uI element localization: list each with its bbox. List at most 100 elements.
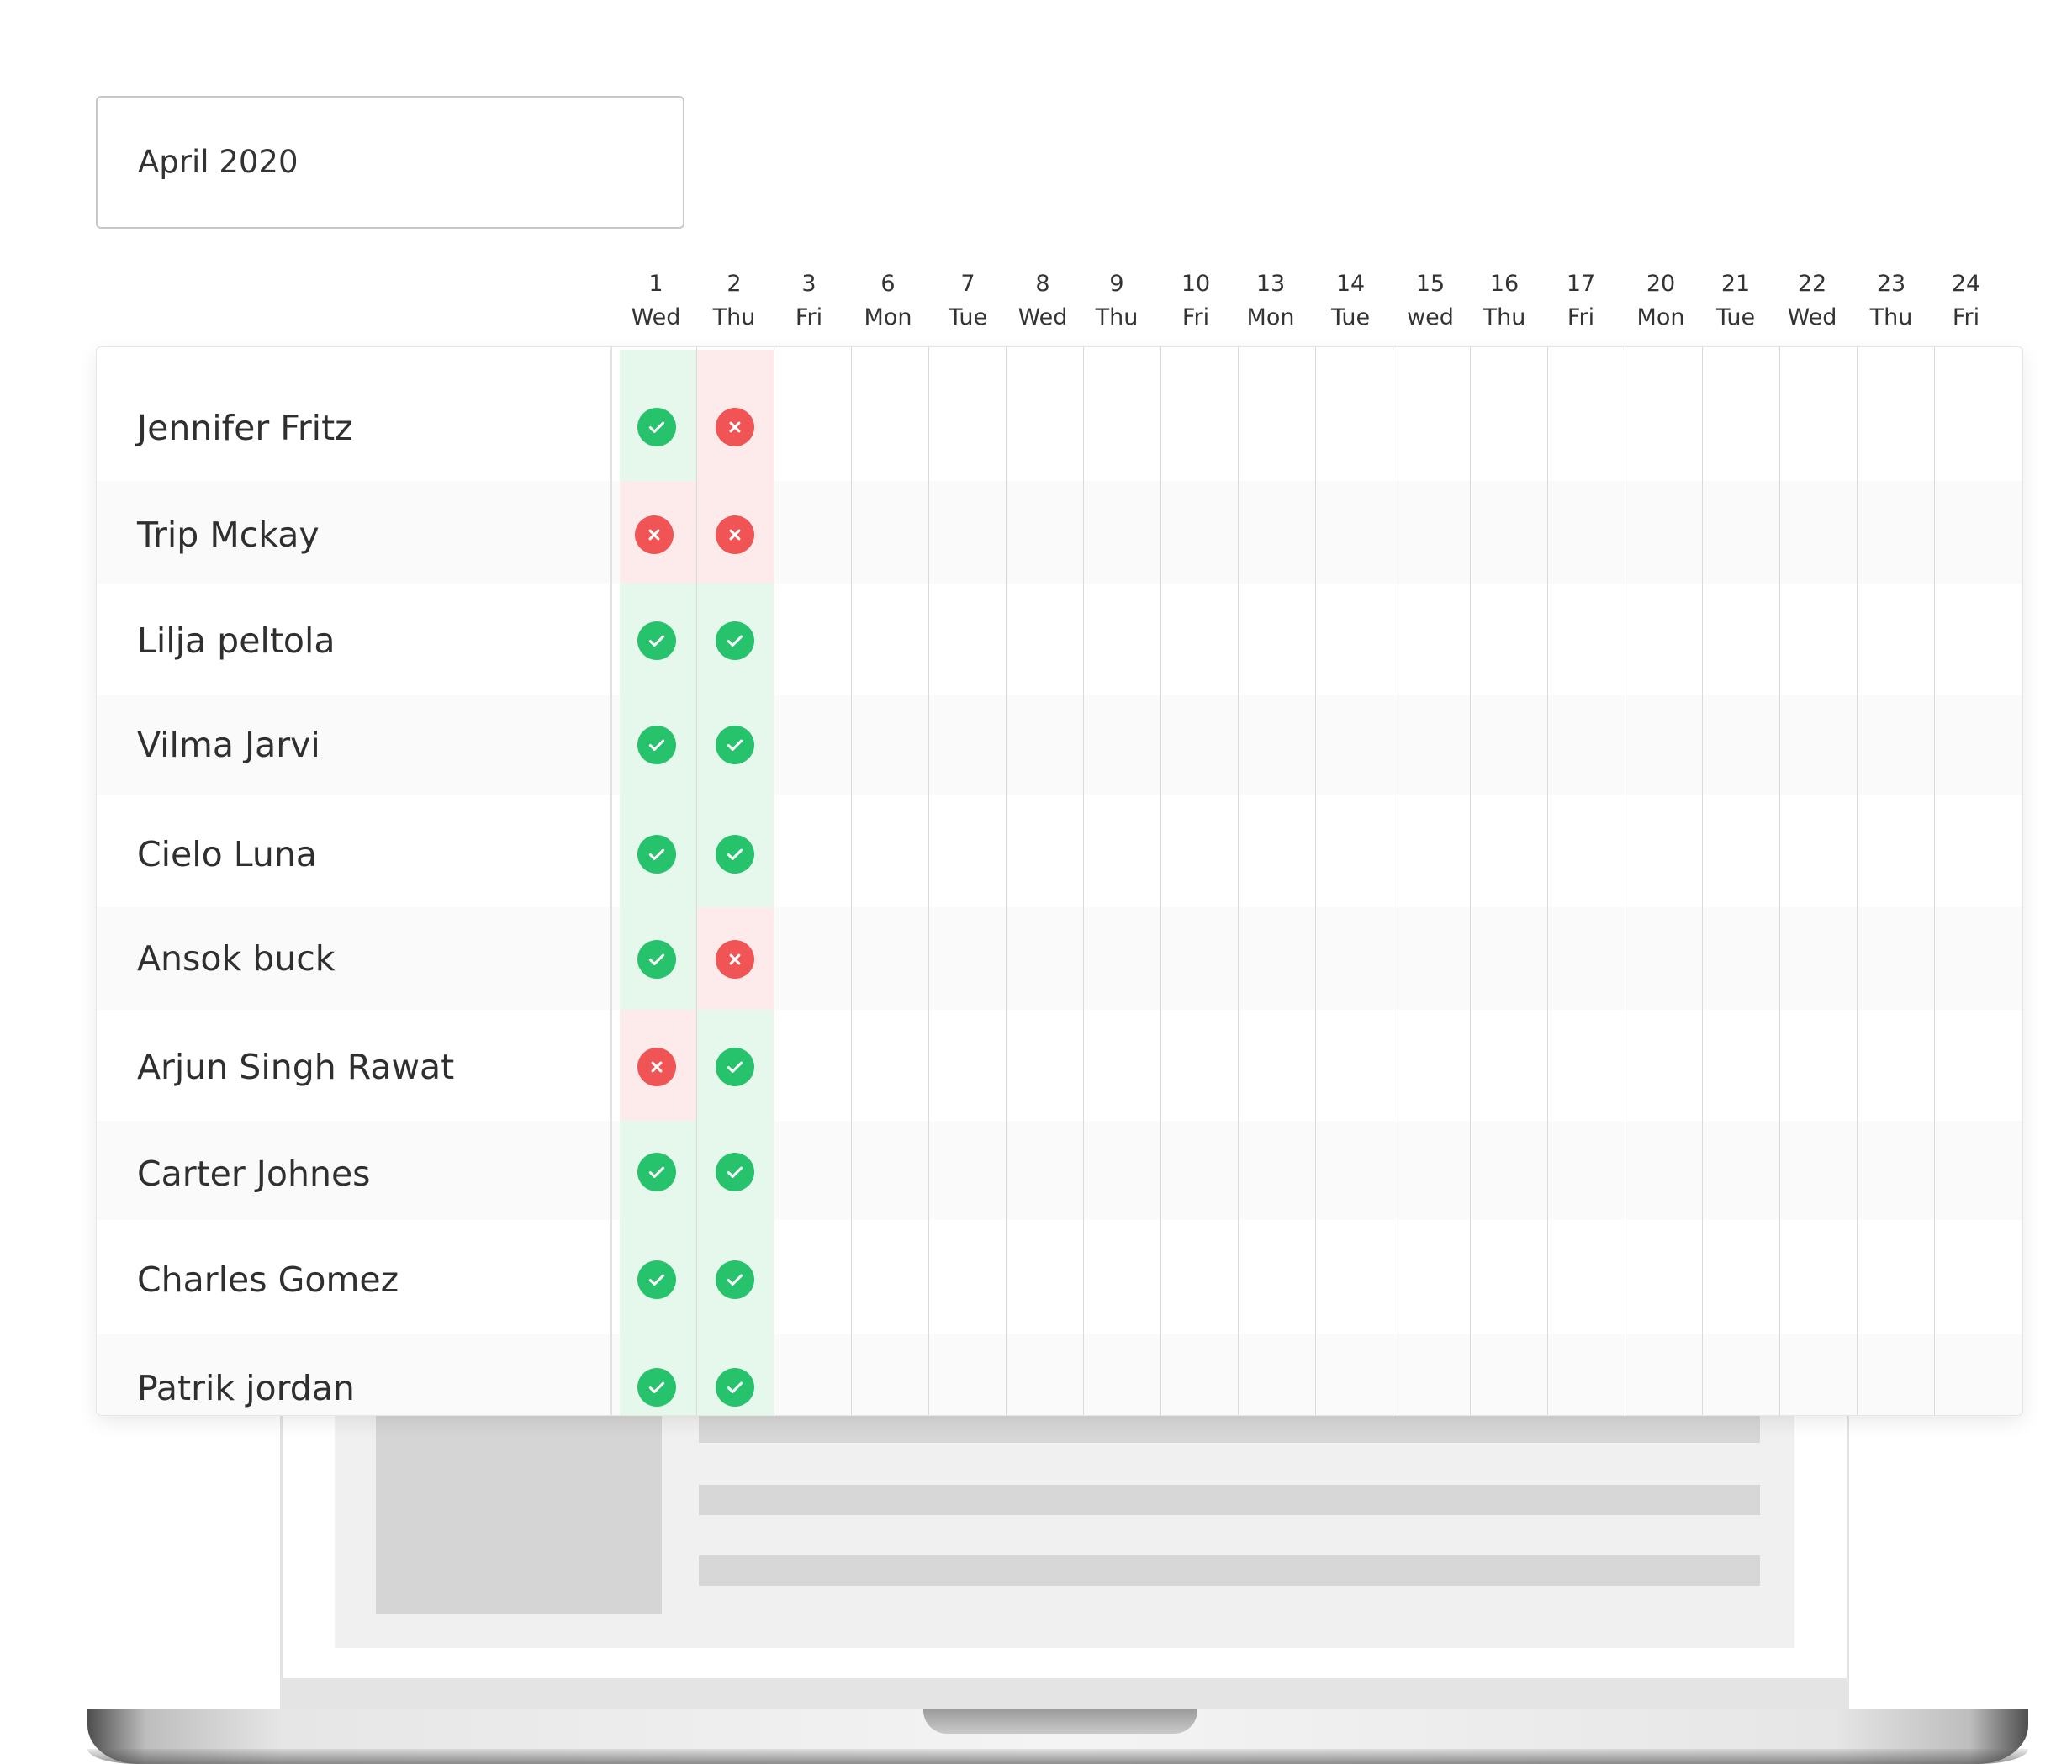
- day-number: 20: [1646, 271, 1676, 297]
- check-circle-icon[interactable]: [637, 1368, 676, 1407]
- check-circle-icon[interactable]: [637, 835, 676, 874]
- day-number: 14: [1335, 271, 1366, 297]
- employee-name[interactable]: Patrik jordan: [137, 1367, 355, 1409]
- x-circle-icon[interactable]: [716, 515, 754, 554]
- day-header: 2 Thu: [696, 267, 772, 335]
- attendance-grid: Jennifer Fritz Trip Mckay Lilja peltola Vil…: [96, 346, 2023, 1416]
- day-weekday: Wed: [1787, 304, 1837, 330]
- employee-row: [97, 350, 2022, 481]
- day-number: 7: [960, 271, 975, 297]
- check-circle-icon[interactable]: [716, 1153, 754, 1191]
- day-number: 23: [1876, 271, 1906, 297]
- x-circle-icon[interactable]: [716, 940, 754, 979]
- check-circle-icon[interactable]: [716, 1368, 754, 1407]
- month-selector[interactable]: April 2020: [96, 96, 684, 229]
- day-number: 16: [1489, 271, 1520, 297]
- day-weekday: Thu: [1869, 304, 1913, 330]
- day-weekday: Thu: [1095, 304, 1139, 330]
- employee-row: [97, 584, 2022, 695]
- placeholder-text-line: [699, 1413, 1760, 1443]
- day-column-divider: [1083, 347, 1084, 1415]
- employee-name[interactable]: Trip Mckay: [137, 514, 320, 556]
- laptop-screen-bezel: [280, 1678, 1849, 1709]
- day-weekday: Tue: [1330, 304, 1371, 330]
- day-column-divider: [696, 347, 697, 1415]
- employee-name[interactable]: Cielo Luna: [137, 833, 317, 875]
- day-header: 15 wed: [1393, 267, 1468, 335]
- day-column-divider: [1857, 347, 1858, 1415]
- check-circle-icon[interactable]: [637, 1260, 676, 1299]
- day-column-divider: [1315, 347, 1316, 1415]
- day-weekday: Fri: [1567, 304, 1595, 330]
- day-number: 6: [880, 271, 896, 297]
- day-number: 24: [1951, 271, 1981, 297]
- day-number: 8: [1035, 271, 1050, 297]
- day-weekday: Tue: [1715, 304, 1756, 330]
- day-number: 2: [727, 271, 742, 297]
- check-circle-icon[interactable]: [637, 621, 676, 660]
- check-circle-icon[interactable]: [716, 1048, 754, 1086]
- day-weekday: Thu: [1483, 304, 1526, 330]
- employee-name[interactable]: Carter Johnes: [137, 1153, 371, 1195]
- laptop-notch: [923, 1709, 1197, 1734]
- day-weekday: wed: [1407, 304, 1454, 330]
- employee-name[interactable]: Lilja peltola: [137, 620, 336, 662]
- day-header: 23 Thu: [1853, 267, 1929, 335]
- day-number: 1: [648, 271, 663, 297]
- day-weekday: Fri: [1181, 304, 1210, 330]
- day-weekday: Wed: [1018, 304, 1068, 330]
- employee-name[interactable]: Jennifer Fritz: [137, 407, 353, 449]
- employee-row: [97, 907, 2022, 1010]
- placeholder-text-line: [699, 1555, 1760, 1586]
- day-weekday: Fri: [795, 304, 823, 330]
- day-number: 17: [1566, 271, 1596, 297]
- day-number: 9: [1109, 271, 1124, 297]
- day-number: 21: [1720, 271, 1751, 297]
- check-circle-icon[interactable]: [716, 726, 754, 764]
- day-column-divider: [1006, 347, 1007, 1415]
- day-column-divider: [851, 347, 852, 1415]
- check-circle-icon[interactable]: [716, 1260, 754, 1299]
- day-header: 8 Wed: [1005, 267, 1081, 335]
- day-column-divider: [1160, 347, 1161, 1415]
- name-column-divider: [610, 347, 612, 1415]
- x-circle-icon[interactable]: [716, 408, 754, 446]
- day-weekday: Tue: [948, 304, 988, 330]
- check-circle-icon[interactable]: [637, 408, 676, 446]
- day-header: 20 Mon: [1623, 267, 1699, 335]
- day-number: 10: [1181, 271, 1211, 297]
- day-header: 3 Fri: [771, 267, 847, 335]
- check-circle-icon[interactable]: [637, 940, 676, 979]
- day-header: 22 Wed: [1774, 267, 1850, 335]
- employee-row: [97, 795, 2022, 907]
- check-circle-icon[interactable]: [716, 835, 754, 874]
- check-circle-icon[interactable]: [637, 726, 676, 764]
- day-header: 7 Tue: [930, 267, 1006, 335]
- placeholder-text-line: [699, 1485, 1760, 1515]
- employee-name[interactable]: Charles Gomez: [137, 1259, 399, 1301]
- employee-row: [97, 1121, 2022, 1220]
- employee-row: [97, 1334, 2022, 1415]
- x-circle-icon[interactable]: [635, 515, 674, 554]
- check-circle-icon[interactable]: [716, 621, 754, 660]
- day-header: 16 Thu: [1467, 267, 1542, 335]
- employee-row: [97, 695, 2022, 795]
- employee-row: [97, 481, 2022, 584]
- day-weekday: Wed: [631, 304, 681, 330]
- day-weekday: Thu: [712, 304, 756, 330]
- day-number: 3: [801, 271, 817, 297]
- day-header: 21 Tue: [1698, 267, 1773, 335]
- check-circle-icon[interactable]: [637, 1153, 676, 1191]
- x-circle-icon[interactable]: [637, 1048, 676, 1086]
- day-header: 1 Wed: [618, 267, 694, 335]
- day-header: 9 Thu: [1079, 267, 1155, 335]
- day-column-divider: [1238, 347, 1239, 1415]
- employee-name[interactable]: Arjun Singh Rawat: [137, 1046, 454, 1088]
- day-header: 24 Fri: [1928, 267, 2004, 335]
- employee-name[interactable]: Ansok buck: [137, 937, 336, 980]
- day-header: 13 Mon: [1233, 267, 1308, 335]
- day-header: 6 Mon: [850, 267, 926, 335]
- day-header: 10 Fri: [1158, 267, 1234, 335]
- placeholder-image-block: [376, 1400, 662, 1614]
- employee-name[interactable]: Vilma Jarvi: [137, 724, 320, 766]
